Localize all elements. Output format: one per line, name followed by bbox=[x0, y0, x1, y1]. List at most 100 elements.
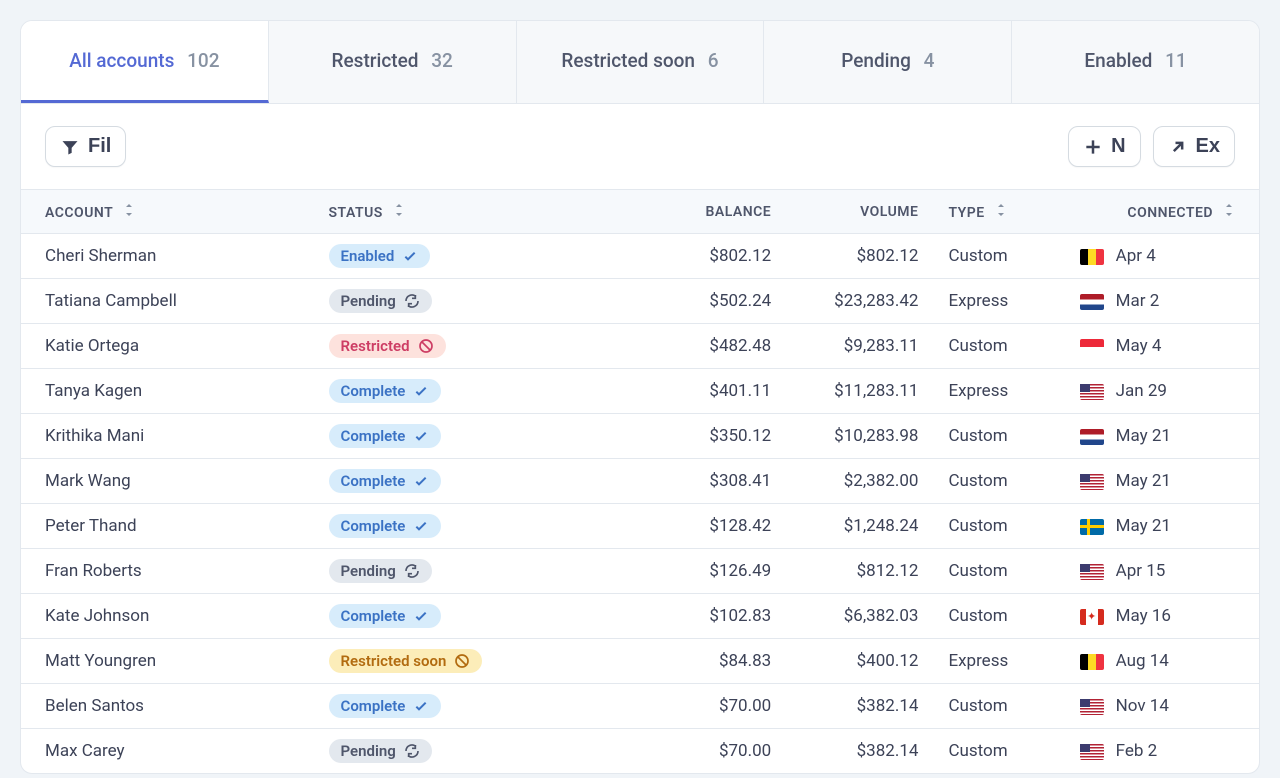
refresh-icon bbox=[404, 743, 420, 759]
status-label: Complete bbox=[341, 607, 406, 625]
cell-status: Pending bbox=[329, 559, 578, 583]
table-row[interactable]: Tanya KagenComplete$401.11$11,283.11Expr… bbox=[21, 368, 1259, 413]
toolbar-right: N Ex bbox=[1068, 126, 1235, 167]
cell-type: Custom bbox=[918, 606, 1041, 626]
cell-volume: $1,248.24 bbox=[771, 516, 918, 536]
sort-icon bbox=[995, 203, 1007, 217]
filter-button[interactable]: Fil bbox=[45, 126, 126, 167]
cell-account: Peter Thand bbox=[45, 516, 329, 536]
cell-volume: $812.12 bbox=[771, 561, 918, 581]
tab-pending[interactable]: Pending 4 bbox=[764, 21, 1012, 103]
status-label: Enabled bbox=[341, 247, 395, 265]
cell-connected: Feb 2 bbox=[1116, 741, 1235, 761]
cell-type: Express bbox=[918, 291, 1041, 311]
flag-icon bbox=[1080, 339, 1104, 355]
flag-icon bbox=[1080, 519, 1104, 535]
cell-volume: $382.14 bbox=[771, 696, 918, 716]
flag-icon bbox=[1080, 474, 1104, 490]
status-badge: Complete bbox=[329, 424, 442, 448]
cell-type: Custom bbox=[918, 336, 1041, 356]
cell-flag bbox=[1041, 471, 1116, 491]
table-row[interactable]: Matt YoungrenRestricted soon$84.83$400.1… bbox=[21, 638, 1259, 683]
tab-enabled[interactable]: Enabled 11 bbox=[1012, 21, 1259, 103]
status-badge: Complete bbox=[329, 514, 442, 538]
cell-account: Tanya Kagen bbox=[45, 381, 329, 401]
export-button[interactable]: Ex bbox=[1153, 126, 1235, 167]
status-label: Restricted soon bbox=[341, 652, 447, 670]
cell-connected: May 21 bbox=[1116, 471, 1235, 491]
export-icon bbox=[1168, 137, 1188, 157]
tab-restricted-soon[interactable]: Restricted soon 6 bbox=[517, 21, 765, 103]
flag-icon bbox=[1080, 249, 1104, 265]
refresh-icon bbox=[404, 293, 420, 309]
table-row[interactable]: Mark WangComplete $308.41$2,382.00Custom M… bbox=[21, 458, 1259, 503]
status-badge: Complete bbox=[329, 469, 442, 493]
tab-all-accounts[interactable]: All accounts 102 bbox=[21, 21, 269, 103]
status-badge: Complete bbox=[329, 379, 442, 403]
cell-type: Custom bbox=[918, 471, 1041, 491]
cell-connected: Jan 29 bbox=[1116, 381, 1235, 401]
cell-account: Fran Roberts bbox=[45, 561, 329, 581]
column-label: ACCOUNT bbox=[45, 205, 113, 221]
check-icon bbox=[402, 248, 418, 264]
cell-flag bbox=[1041, 246, 1116, 266]
cell-flag bbox=[1041, 381, 1116, 401]
block-icon bbox=[454, 653, 470, 669]
cell-flag bbox=[1041, 561, 1116, 581]
table-row[interactable]: Cheri ShermanEnabled$802.12$802.12Custom… bbox=[21, 233, 1259, 278]
tab-label: All accounts bbox=[69, 49, 174, 72]
flag-icon bbox=[1080, 429, 1104, 445]
table-row[interactable]: Peter ThandComplete$128.42$1,248.24Custo… bbox=[21, 503, 1259, 548]
column-header-type[interactable]: TYPE bbox=[918, 203, 1041, 221]
table-row[interactable]: Belen SantosComplete$70.00$382.14CustomN… bbox=[21, 683, 1259, 728]
new-button[interactable]: N bbox=[1068, 126, 1140, 167]
cell-account: Matt Youngren bbox=[45, 651, 329, 671]
column-header-volume[interactable]: VOLUME bbox=[771, 204, 918, 220]
table-row[interactable]: Krithika ManiComplete$350.12$10,283.98Cu… bbox=[21, 413, 1259, 458]
table-row[interactable]: Katie OrtegaRestricted$482.48$9,283.11Cu… bbox=[21, 323, 1259, 368]
column-header-balance[interactable]: BALANCE bbox=[577, 204, 771, 220]
flag-icon bbox=[1080, 564, 1104, 580]
tab-label: Restricted bbox=[332, 49, 419, 72]
cell-balance: $84.83 bbox=[577, 651, 771, 671]
cell-connected: May 16 bbox=[1116, 606, 1235, 626]
cell-connected: May 4 bbox=[1116, 336, 1235, 356]
panel: Fil N Ex ACCOUNT STATUS BALANCE VOLUME bbox=[20, 104, 1260, 774]
table-row[interactable]: Fran RobertsPending$126.49$812.12CustomA… bbox=[21, 548, 1259, 593]
check-icon bbox=[413, 698, 429, 714]
flag-icon bbox=[1080, 744, 1104, 760]
column-label: STATUS bbox=[329, 205, 383, 221]
cell-status: Complete bbox=[329, 424, 578, 448]
cell-volume: $10,283.98 bbox=[771, 426, 918, 446]
cell-type: Custom bbox=[918, 426, 1041, 446]
block-icon bbox=[418, 338, 434, 354]
table-row[interactable]: Tatiana CampbellPending$502.24$23,283.42… bbox=[21, 278, 1259, 323]
cell-flag bbox=[1041, 516, 1116, 536]
cell-connected: Aug 14 bbox=[1116, 651, 1235, 671]
cell-volume: $23,283.42 bbox=[771, 291, 918, 311]
flag-icon bbox=[1080, 609, 1104, 625]
tab-label: Restricted soon bbox=[561, 49, 695, 72]
cell-balance: $350.12 bbox=[577, 426, 771, 446]
cell-flag bbox=[1041, 336, 1116, 356]
cell-type: Custom bbox=[918, 696, 1041, 716]
table-row[interactable]: Kate JohnsonComplete$102.83$6,382.03Cust… bbox=[21, 593, 1259, 638]
sort-icon bbox=[393, 203, 405, 217]
column-header-connected[interactable]: CONNECTED bbox=[1116, 203, 1235, 221]
cell-volume: $2,382.00 bbox=[771, 471, 918, 491]
cell-balance: $308.41 bbox=[577, 471, 771, 491]
cell-type: Custom bbox=[918, 516, 1041, 536]
tabs: All accounts 102 Restricted 32 Restricte… bbox=[20, 20, 1260, 104]
cell-account: Max Carey bbox=[45, 741, 329, 761]
status-badge: Pending bbox=[329, 559, 432, 583]
column-header-status[interactable]: STATUS bbox=[329, 203, 578, 221]
column-header-account[interactable]: ACCOUNT bbox=[45, 203, 329, 221]
cell-account: Mark Wang bbox=[45, 471, 329, 491]
cell-balance: $502.24 bbox=[577, 291, 771, 311]
cell-type: Express bbox=[918, 651, 1041, 671]
column-label: VOLUME bbox=[860, 204, 918, 220]
status-badge: Enabled bbox=[329, 244, 431, 268]
table-row[interactable]: Max CareyPending$70.00$382.14CustomFeb 2 bbox=[21, 728, 1259, 773]
cell-status: Complete bbox=[329, 514, 578, 538]
tab-restricted[interactable]: Restricted 32 bbox=[269, 21, 517, 103]
